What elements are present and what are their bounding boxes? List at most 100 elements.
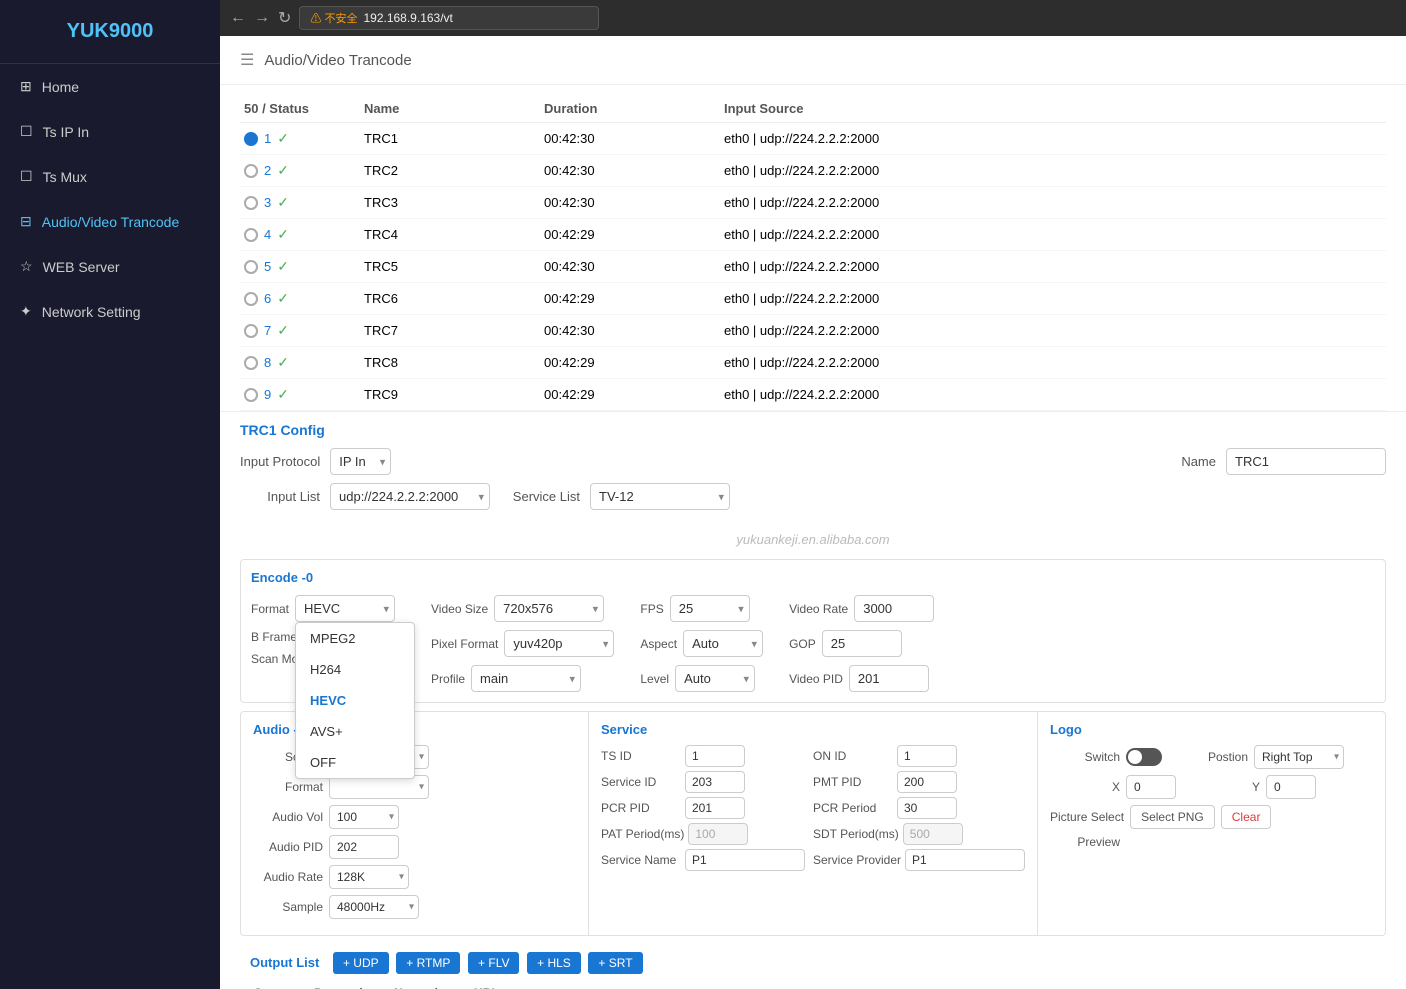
onid-input[interactable] (897, 745, 957, 767)
back-button[interactable]: ← (230, 9, 246, 27)
address-bar[interactable]: ⚠ 不安全 192.168.9.163/vt (299, 6, 599, 30)
table-row[interactable]: 7 ✓ TRC7 00:42:30 eth0 | udp://224.2.2.2… (240, 315, 1386, 347)
row-id-cell: 8 ✓ (244, 354, 364, 371)
gop-input[interactable] (822, 630, 902, 657)
servicename-input[interactable] (685, 849, 805, 871)
row-id-cell: 3 ✓ (244, 194, 364, 211)
sidebar-item-av-transcode[interactable]: ⊟ Audio/Video Trancode (0, 199, 220, 244)
table-row[interactable]: 9 ✓ TRC9 00:42:29 eth0 | udp://224.2.2.2… (240, 379, 1386, 411)
pixelformat-select-wrapper: yuv420p (504, 630, 614, 657)
audio-vol-select[interactable]: 100 (329, 805, 399, 829)
radio-btn[interactable] (244, 228, 258, 242)
service-list-select[interactable]: TV-12 (590, 483, 730, 510)
row-input: eth0 | udp://224.2.2.2:2000 (724, 355, 1024, 370)
sidebar-item-web-server[interactable]: ☆ WEB Server (0, 244, 220, 289)
add-rtmp-button[interactable]: + RTMP (396, 952, 460, 974)
radio-btn[interactable] (244, 196, 258, 210)
sidebar-item-ts-ip-in[interactable]: ☐ Ts IP In (0, 109, 220, 154)
position-select[interactable]: Right Top (1254, 745, 1344, 769)
pixelformat-select[interactable]: yuv420p (504, 630, 614, 657)
format-select[interactable]: HEVC (295, 595, 395, 622)
sidebar-item-home[interactable]: ⊞ Home (0, 64, 220, 109)
sidebar-item-ts-mux[interactable]: ☐ Ts Mux (0, 154, 220, 199)
radio-btn[interactable] (244, 388, 258, 402)
format-group: Format HEVC MPEG2 H264 HEVC (251, 595, 395, 622)
web-server-icon: ☆ (20, 258, 33, 275)
row-number: 1 (264, 131, 271, 146)
table-row[interactable]: 1 ✓ TRC1 00:42:30 eth0 | udp://224.2.2.2… (240, 123, 1386, 155)
input-list-select[interactable]: udp://224.2.2.2:2000 (330, 483, 490, 510)
format-option-avs[interactable]: AVS+ (296, 716, 414, 747)
audio-sample-row: Sample 48000Hz (253, 895, 576, 919)
service-list-label: Service List (500, 489, 580, 504)
sidebar-logo: YUK9000 (0, 0, 220, 64)
level-select[interactable]: Auto (675, 665, 755, 692)
switch-label: Switch (1050, 750, 1120, 764)
menu-icon: ☰ (240, 50, 254, 70)
sdtperiod-field: SDT Period(ms) (813, 823, 1025, 845)
fps-select[interactable]: 25 (670, 595, 750, 622)
format-option-h264[interactable]: H264 (296, 654, 414, 685)
audio-sample-select[interactable]: 48000Hz (329, 895, 419, 919)
table-row[interactable]: 8 ✓ TRC8 00:42:29 eth0 | udp://224.2.2.2… (240, 347, 1386, 379)
serviceid-input[interactable] (685, 771, 745, 793)
status-icon: ✓ (277, 354, 289, 371)
audio-rate-select[interactable]: 128K (329, 865, 409, 889)
picture-label: Picture Select (1050, 810, 1124, 824)
audio-pid-input[interactable] (329, 835, 399, 859)
serviceprovider-input[interactable] (905, 849, 1025, 871)
videosize-select[interactable]: 720x576 (494, 595, 604, 622)
radio-btn[interactable] (244, 324, 258, 338)
logo-switch-toggle[interactable] (1126, 748, 1162, 766)
row-duration: 00:42:30 (544, 131, 724, 146)
format-dropdown-wrapper: HEVC MPEG2 H264 HEVC AVS+ OFF (295, 595, 395, 622)
table-row[interactable]: 3 ✓ TRC3 00:42:30 eth0 | udp://224.2.2.2… (240, 187, 1386, 219)
add-hls-button[interactable]: + HLS (527, 952, 581, 974)
row-duration: 00:42:30 (544, 259, 724, 274)
status-icon: ✓ (277, 194, 289, 211)
pcrperiod-input[interactable] (897, 797, 957, 819)
pmtpid-input[interactable] (897, 771, 957, 793)
name-input[interactable] (1226, 448, 1386, 475)
radio-btn[interactable] (244, 132, 258, 146)
reload-button[interactable]: ↻ (278, 8, 291, 28)
clear-button[interactable]: Clear (1221, 805, 1272, 829)
sdtperiod-input[interactable] (903, 823, 963, 845)
videopid-input[interactable] (849, 665, 929, 692)
radio-btn[interactable] (244, 292, 258, 306)
format-option-mpeg2[interactable]: MPEG2 (296, 623, 414, 654)
table-row[interactable]: 2 ✓ TRC2 00:42:30 eth0 | udp://224.2.2.2… (240, 155, 1386, 187)
add-flv-button[interactable]: + FLV (468, 952, 519, 974)
input-protocol-select[interactable]: IP In (330, 448, 391, 475)
aspect-select[interactable]: Auto (683, 630, 763, 657)
radio-btn[interactable] (244, 356, 258, 370)
row-duration: 00:42:30 (544, 195, 724, 210)
radio-btn[interactable] (244, 164, 258, 178)
row-input: eth0 | udp://224.2.2.2:2000 (724, 387, 1024, 402)
table-row[interactable]: 6 ✓ TRC6 00:42:29 eth0 | udp://224.2.2.2… (240, 283, 1386, 315)
add-srt-button[interactable]: + SRT (588, 952, 642, 974)
table-row[interactable]: 5 ✓ TRC5 00:42:30 eth0 | udp://224.2.2.2… (240, 251, 1386, 283)
sidebar-item-label: Audio/Video Trancode (42, 214, 180, 230)
home-icon: ⊞ (20, 78, 32, 95)
y-input[interactable] (1266, 775, 1316, 799)
profile-select[interactable]: main (471, 665, 581, 692)
pcrperiod-field: PCR Period (813, 797, 1025, 819)
patperiod-input[interactable] (688, 823, 748, 845)
select-png-button[interactable]: Select PNG (1130, 805, 1215, 829)
row-name: TRC2 (364, 163, 544, 178)
position-label: Postion (1178, 750, 1248, 764)
format-dropdown-menu: MPEG2 H264 HEVC AVS+ OFF (295, 622, 415, 779)
sidebar-item-network-setting[interactable]: ✦ Network Setting (0, 289, 220, 334)
tsid-input[interactable] (685, 745, 745, 767)
x-input[interactable] (1126, 775, 1176, 799)
videorate-input[interactable] (854, 595, 934, 622)
format-option-hevc[interactable]: HEVC (296, 685, 414, 716)
table-row[interactable]: 4 ✓ TRC4 00:42:29 eth0 | udp://224.2.2.2… (240, 219, 1386, 251)
pcrpid-input[interactable] (685, 797, 745, 819)
add-udp-button[interactable]: + UDP (333, 952, 389, 974)
format-option-off[interactable]: OFF (296, 747, 414, 778)
forward-button[interactable]: → (254, 9, 270, 27)
radio-btn[interactable] (244, 260, 258, 274)
status-icon: ✓ (277, 226, 289, 243)
